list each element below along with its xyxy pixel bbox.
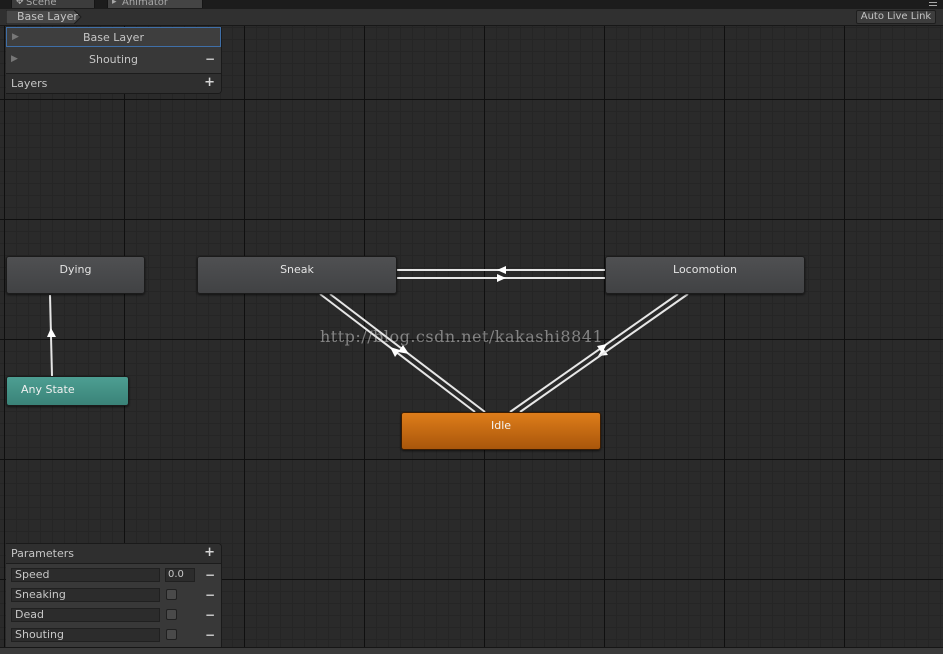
state-locomotion[interactable]: Locomotion <box>605 256 805 294</box>
animator-toolbar: Base Layer Auto Live Link <box>0 9 943 26</box>
state-idle-default[interactable]: Idle <box>401 412 601 450</box>
state-sneak[interactable]: Sneak <box>197 256 397 294</box>
layer-name: Shouting <box>89 53 138 66</box>
layers-title: Layers <box>11 77 48 90</box>
state-dying[interactable]: Dying <box>6 256 145 294</box>
parameter-name-field[interactable]: Dead <box>11 608 160 622</box>
layer-item-base-layer[interactable]: ▶ Base Layer <box>6 27 221 47</box>
transition-arrow-icon <box>497 266 506 274</box>
transition-arrow-icon <box>390 347 400 357</box>
transition-arrow-icon <box>497 274 506 282</box>
parameter-name-field[interactable]: Shouting <box>11 628 160 642</box>
remove-parameter-icon[interactable]: − <box>205 566 215 584</box>
transition-locomotion-to-idle[interactable] <box>509 293 679 413</box>
breadcrumb[interactable]: Base Layer <box>6 10 82 24</box>
tab-scene[interactable]: ✥ Scene <box>11 0 95 8</box>
expand-triangle-icon[interactable]: ▶ <box>11 50 18 69</box>
breadcrumb-label: Base Layer <box>17 10 78 23</box>
window-tab-strip: ✥ Scene ▸ Animator <box>0 0 943 9</box>
layer-name: Base Layer <box>83 31 144 44</box>
layer-item-shouting[interactable]: ▶ Shouting − <box>6 50 221 70</box>
add-parameter-icon[interactable]: + <box>204 544 215 562</box>
parameter-float-field[interactable]: 0.0 <box>165 568 195 582</box>
parameters-title: Parameters <box>11 547 74 560</box>
layers-header: Layers + <box>6 73 221 93</box>
remove-parameter-icon[interactable]: − <box>205 586 215 604</box>
parameter-name-field[interactable]: Speed <box>11 568 160 582</box>
add-layer-icon[interactable]: + <box>204 74 215 92</box>
remove-parameter-icon[interactable]: − <box>205 606 215 624</box>
parameter-bool-checkbox[interactable] <box>166 589 177 600</box>
scene-icon: ✥ <box>16 0 24 7</box>
tab-animator[interactable]: ▸ Animator <box>107 0 203 8</box>
layers-panel: ▶ Base Layer ▶ Shouting − Layers + <box>6 27 222 94</box>
auto-live-link-button[interactable]: Auto Live Link <box>856 10 936 24</box>
parameter-row-speed: Speed 0.0 − <box>6 565 221 585</box>
transition-arrow-icon <box>47 328 56 337</box>
parameters-panel: Parameters + Speed 0.0 − Sneaking − Dead… <box>6 543 222 648</box>
parameter-row-dead: Dead − <box>6 605 221 625</box>
tab-menu-icon[interactable] <box>929 0 937 7</box>
transition-idle-to-locomotion[interactable] <box>519 293 689 413</box>
state-any-state[interactable]: Any State <box>6 376 129 406</box>
parameter-row-sneaking: Sneaking − <box>6 585 221 605</box>
parameter-bool-checkbox[interactable] <box>166 629 177 640</box>
parameters-header: Parameters + <box>6 544 221 564</box>
parameter-name-field[interactable]: Sneaking <box>11 588 160 602</box>
watermark: http://blog.csdn.net/kakashi8841 <box>320 327 604 346</box>
parameter-bool-checkbox[interactable] <box>166 609 177 620</box>
parameter-row-shouting: Shouting − <box>6 625 221 645</box>
remove-parameter-icon[interactable]: − <box>205 626 215 644</box>
animator-icon: ▸ <box>112 0 117 7</box>
remove-layer-icon[interactable]: − <box>205 50 215 69</box>
expand-triangle-icon[interactable]: ▶ <box>12 28 19 47</box>
